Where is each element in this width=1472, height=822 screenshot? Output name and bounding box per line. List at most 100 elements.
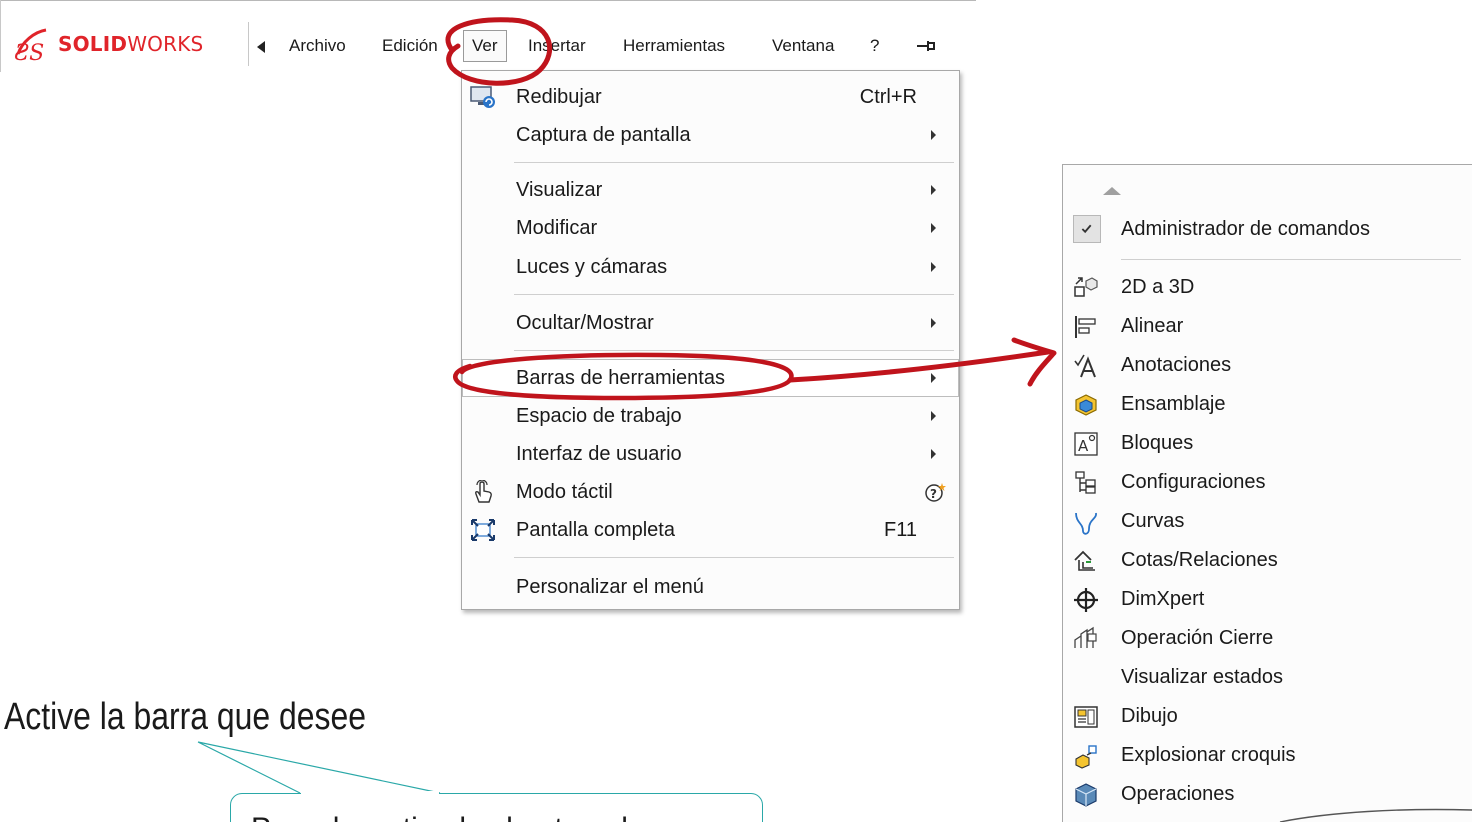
- menu-item-interfaz-usuario[interactable]: Interfaz de usuario: [462, 435, 959, 473]
- menu-item-label: Personalizar el menú: [516, 576, 704, 598]
- menu-item-label: Bloques: [1121, 432, 1194, 454]
- menu-item-label: Captura de pantalla: [516, 124, 691, 146]
- menu-insertar[interactable]: Insertar: [528, 34, 586, 58]
- toolbar-item-explosionar-croquis[interactable]: Explosionar croquis: [1063, 736, 1471, 775]
- menu-item-label: Cotas/Relaciones: [1121, 549, 1278, 571]
- checkmark-icon: [1081, 224, 1092, 234]
- toolbar-item-command-manager[interactable]: Administrador de comandos: [1063, 210, 1471, 249]
- closure-icon: [1074, 626, 1097, 648]
- dimxpert-icon: [1074, 588, 1098, 612]
- toolbar-item-configuraciones[interactable]: Configuraciones: [1063, 463, 1471, 502]
- menu-help[interactable]: ?: [870, 34, 879, 58]
- menu-item-pantalla-completa[interactable]: Pantalla completa F11: [462, 511, 959, 549]
- submenu-arrow-icon: [931, 373, 936, 383]
- arrow-head: [1011, 337, 1057, 387]
- menu-item-ocultar-mostrar[interactable]: Ocultar/Mostrar: [462, 304, 959, 342]
- configurations-icon: [1075, 471, 1096, 494]
- pin-icon[interactable]: [917, 40, 935, 52]
- submenu-arrow-icon: [931, 223, 936, 233]
- menu-separator: [514, 557, 954, 558]
- brand-bold: SOLID: [58, 32, 128, 56]
- toolbar-item-cotas-relaciones[interactable]: Cotas/Relaciones: [1063, 541, 1471, 580]
- menubar-top-border: [0, 0, 976, 1]
- menu-item-label: Redibujar: [516, 86, 602, 108]
- menu-item-label: 2D a 3D: [1121, 276, 1195, 298]
- align-icon: [1075, 316, 1096, 338]
- menu-item-label: DimXpert: [1121, 588, 1205, 610]
- menu-item-luces[interactable]: Luces y cámaras: [462, 248, 959, 286]
- shortcut-label: F11: [884, 519, 917, 541]
- menubar-overlap-mask: [440, 24, 464, 64]
- menu-item-modo-tactil[interactable]: Modo táctil ?: [462, 473, 959, 511]
- solidworks-logo[interactable]: ƧS SOLIDWORKS: [12, 18, 247, 70]
- toolbar-item-operacion-cierre[interactable]: Operación Cierre: [1063, 619, 1471, 658]
- svg-text:?: ?: [930, 487, 937, 501]
- menubar: ƧS SOLIDWORKS Archivo Edición Ver Insert…: [0, 0, 976, 72]
- toolbar-item-operaciones[interactable]: Operaciones: [1063, 775, 1471, 814]
- help-icon: ?: [925, 483, 946, 502]
- toolbar-item-bloques[interactable]: A Bloques: [1063, 424, 1471, 463]
- assembly-icon: [1075, 394, 1097, 416]
- toolbar-item-curvas[interactable]: Curvas: [1063, 502, 1471, 541]
- menu-item-label: Configuraciones: [1121, 471, 1266, 493]
- instruction-text: Active la barra que desee: [4, 696, 366, 738]
- menu-item-personalizar[interactable]: Personalizar el menú: [462, 568, 959, 606]
- toolbars-submenu: Administrador de comandos 2D a 3D Alinea…: [1062, 164, 1472, 822]
- drawing-icon: [1074, 706, 1098, 728]
- menu-archivo[interactable]: Archivo: [289, 34, 346, 58]
- annotation-icon: [1074, 354, 1096, 378]
- menu-item-label: Operaciones: [1121, 783, 1235, 805]
- menu-separator: [514, 294, 954, 295]
- submenu-arrow-icon: [931, 449, 936, 459]
- menu-ventana[interactable]: Ventana: [772, 34, 834, 58]
- menu-herramientas[interactable]: Herramientas: [623, 34, 725, 58]
- submenu-arrow-icon: [931, 411, 936, 421]
- touch-hand-icon: [475, 480, 492, 503]
- menu-item-redibujar[interactable]: Redibujar Ctrl+R: [462, 78, 959, 116]
- scroll-up-icon[interactable]: [1103, 187, 1121, 195]
- toolbar-item-dimxpert[interactable]: DimXpert: [1063, 580, 1471, 619]
- callout-box: Para desactivarlas hasta pulsar: [230, 793, 763, 822]
- menu-item-label: Espacio de trabajo: [516, 405, 682, 427]
- menu-ver[interactable]: Ver: [463, 30, 507, 62]
- features-icon: [1075, 783, 1097, 807]
- fullscreen-icon: [471, 519, 495, 541]
- menu-item-label: Curvas: [1121, 510, 1185, 532]
- menu-separator: [1121, 259, 1461, 260]
- toolbar-item-2d-a-3d[interactable]: 2D a 3D: [1063, 268, 1471, 307]
- ds-logo-icon: ƧS: [14, 28, 47, 64]
- menu-item-label: Visualizar estados: [1121, 666, 1283, 688]
- menu-item-label: Modificar: [516, 217, 598, 239]
- curves-icon: [1075, 512, 1097, 535]
- redraw-icon: [470, 86, 495, 108]
- menu-item-espacio-trabajo[interactable]: Espacio de trabajo: [462, 397, 959, 435]
- menu-item-captura[interactable]: Captura de pantalla: [462, 116, 959, 154]
- menu-item-label: Anotaciones: [1121, 354, 1232, 376]
- menubar-left-border: [0, 0, 1, 72]
- blocks-icon: A: [1074, 432, 1098, 456]
- menu-item-label: Administrador de comandos: [1121, 218, 1371, 240]
- menu-edicion[interactable]: Edición: [382, 34, 438, 58]
- menu-item-label: Luces y cámaras: [516, 256, 668, 278]
- menu-item-label: Operación Cierre: [1121, 627, 1274, 649]
- menu-item-modificar[interactable]: Modificar: [462, 209, 959, 247]
- toolbar-item-anotaciones[interactable]: Anotaciones: [1063, 346, 1471, 385]
- submenu-arrow-icon: [931, 130, 936, 140]
- checkbox-checked[interactable]: [1073, 215, 1101, 243]
- callout-pointer: [197, 741, 441, 794]
- submenu-arrow-icon: [931, 185, 936, 195]
- menu-item-label: Visualizar: [516, 179, 603, 201]
- svg-text:A: A: [1078, 437, 1089, 455]
- toolbar-item-dibujo[interactable]: Dibujo: [1063, 697, 1471, 736]
- submenu-arrow-icon: [931, 262, 936, 272]
- menu-item-label: Ocultar/Mostrar: [516, 312, 654, 334]
- menu-item-barras-herramientas[interactable]: Barras de herramientas: [462, 359, 959, 397]
- toolbar-item-alinear[interactable]: Alinear: [1063, 307, 1471, 346]
- menu-item-label: Modo táctil: [516, 481, 613, 503]
- menu-item-label: Explosionar croquis: [1121, 744, 1296, 766]
- toolbar-item-ensamblaje[interactable]: Ensamblaje: [1063, 385, 1471, 424]
- caret-left-icon[interactable]: [254, 38, 268, 56]
- 2d-to-3d-icon: [1074, 277, 1098, 297]
- menu-item-visualizar[interactable]: Visualizar: [462, 171, 959, 209]
- toolbar-item-visualizar-estados[interactable]: Visualizar estados: [1063, 658, 1471, 697]
